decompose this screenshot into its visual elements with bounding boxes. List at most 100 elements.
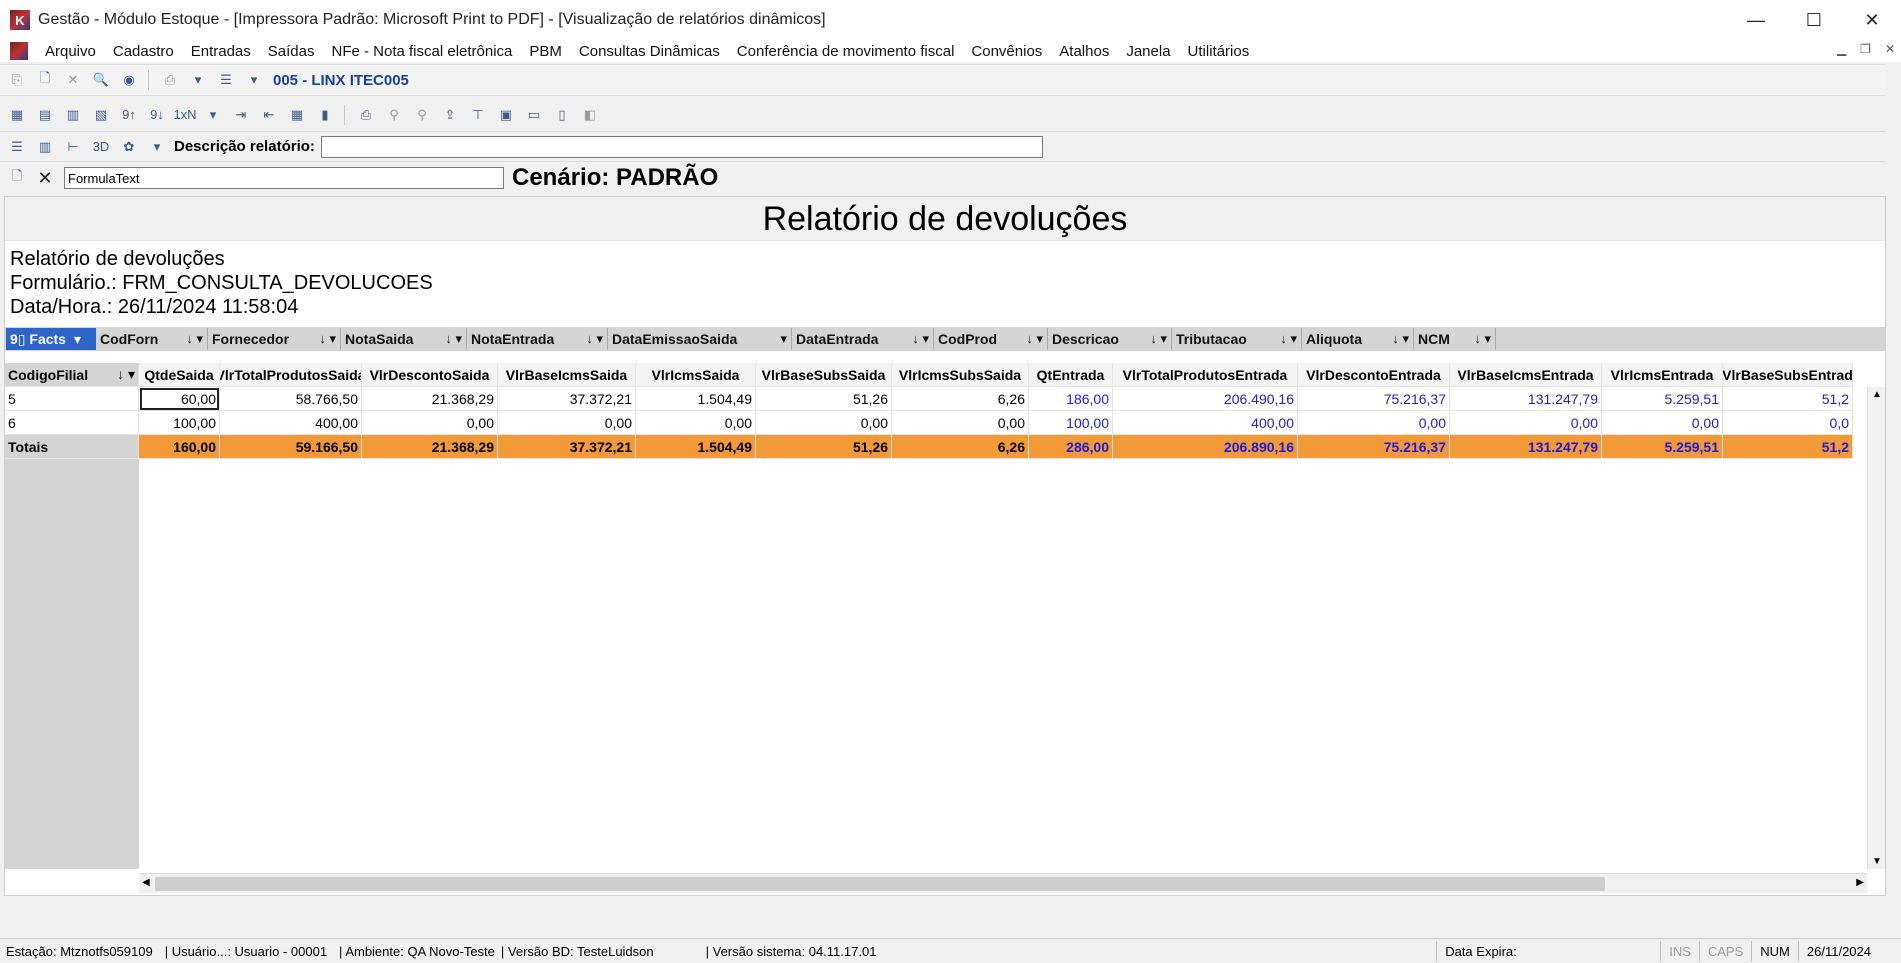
totals-label[interactable]: Totais	[5, 435, 139, 459]
cell[interactable]: 5.259,51	[1602, 387, 1723, 411]
col-header[interactable]: VlrTotalProdutosSaida	[220, 363, 362, 387]
new-document-icon[interactable]: 🗋	[34, 70, 56, 90]
total-cell[interactable]: 51,2	[1723, 435, 1853, 459]
dim-dataemissaosaida[interactable]: DataEmissaoSaida ▾	[608, 328, 792, 350]
printer-select-icon[interactable]: ☰	[215, 70, 237, 90]
total-cell[interactable]: 206.890,16	[1113, 435, 1298, 459]
cell[interactable]: 0,00	[636, 411, 756, 435]
cell[interactable]: 400,00	[220, 411, 362, 435]
dim-codprod[interactable]: CodProd ↓ ▾	[934, 328, 1048, 350]
total-cell[interactable]: 1.504,49	[636, 435, 756, 459]
total-cell[interactable]: 75.216,37	[1298, 435, 1450, 459]
total-cell[interactable]: 21.368,29	[362, 435, 498, 459]
menu-convenios[interactable]: Convênios	[971, 43, 1042, 60]
col-header[interactable]: VlrBaseSubsEntrad	[1723, 363, 1853, 387]
sort-asc-icon[interactable]: 9↑	[118, 105, 140, 125]
total-cell[interactable]: 51,26	[756, 435, 892, 459]
scroll-up-icon[interactable]: ▲	[1872, 389, 1882, 400]
total-cell[interactable]: 59.166,50	[220, 435, 362, 459]
sort-desc-icon[interactable]: 9↓	[146, 105, 168, 125]
new-formula-icon[interactable]: 🗋	[6, 168, 28, 188]
filter-icon[interactable]: ⚲	[383, 105, 405, 125]
tag-icon[interactable]: ◧	[579, 105, 601, 125]
col-header[interactable]: VlrTotalProdutosEntrada	[1113, 363, 1298, 387]
menu-utilitarios[interactable]: Utilitários	[1188, 43, 1250, 60]
scroll-down-icon[interactable]: ▼	[1872, 856, 1882, 867]
collapse-icon[interactable]: ⇤	[258, 105, 280, 125]
mdi-close-icon[interactable]: ✕	[1885, 42, 1895, 56]
menu-arquivo[interactable]: Arquivo	[45, 43, 96, 60]
bookmark-icon[interactable]: ▯	[551, 105, 573, 125]
delete-icon[interactable]: ✕	[62, 70, 84, 90]
col-header[interactable]: VlrBaseIcmsEntrada	[1450, 363, 1602, 387]
menu-saidas[interactable]: Saídas	[268, 43, 315, 60]
cell[interactable]: 75.216,37	[1298, 387, 1450, 411]
cell[interactable]: 206.490,16	[1113, 387, 1298, 411]
vertical-scrollbar[interactable]: ▲ ▼	[1867, 387, 1885, 869]
open-folder-icon[interactable]: ▭	[523, 105, 545, 125]
cell[interactable]: 100,00	[1029, 411, 1113, 435]
export-icon[interactable]: ⇪	[439, 105, 461, 125]
print-icon[interactable]: ⎙	[159, 70, 181, 90]
cell[interactable]: 0,00	[1602, 411, 1723, 435]
cell[interactable]: 1.504,49	[636, 387, 756, 411]
chevron-down-icon[interactable]: ▾	[146, 137, 168, 157]
layout-1-icon[interactable]: ▦	[6, 105, 28, 125]
col-header[interactable]: VlrDescontoEntrada	[1298, 363, 1450, 387]
dim-ncm[interactable]: NCM ↓ ▾	[1414, 328, 1496, 350]
tree-icon[interactable]: ⊤	[467, 105, 489, 125]
grid-icon[interactable]: ▦	[286, 105, 308, 125]
3d-icon[interactable]: 3D	[90, 137, 112, 157]
row-label[interactable]: 5	[5, 387, 139, 411]
total-cell[interactable]: 5.259,51	[1602, 435, 1723, 459]
cell[interactable]: 0,0	[1723, 411, 1853, 435]
dim-codforn[interactable]: CodForn ↓ ▾	[96, 328, 208, 350]
menu-janela[interactable]: Janela	[1126, 43, 1170, 60]
dim-descricao[interactable]: Descricao ↓ ▾	[1048, 328, 1172, 350]
menu-cadastro[interactable]: Cadastro	[113, 43, 174, 60]
cell[interactable]: 0,00	[498, 411, 636, 435]
col-header[interactable]: VlrDescontoSaida	[362, 363, 498, 387]
total-cell[interactable]: 160,00	[139, 435, 220, 459]
printer-combo[interactable]: 005 - LINX ITEC005	[273, 72, 409, 89]
total-cell[interactable]: 6,26	[892, 435, 1029, 459]
search-icon[interactable]: 🔍	[90, 70, 112, 90]
cell[interactable]: 400,00	[1113, 411, 1298, 435]
mdi-minimize-icon[interactable]: ▁	[1837, 42, 1846, 56]
clear-formula-icon[interactable]: ✕	[34, 168, 56, 188]
layout-3-icon[interactable]: ▥	[62, 105, 84, 125]
layout-4-icon[interactable]: ▧	[90, 105, 112, 125]
copy-icon[interactable]: ⎘	[6, 70, 28, 90]
cell[interactable]: 0,00	[1298, 411, 1450, 435]
cell[interactable]: 6,26	[892, 387, 1029, 411]
maximize-button[interactable]: ☐	[1785, 0, 1843, 40]
cell[interactable]: 0,00	[892, 411, 1029, 435]
dim-notasaida[interactable]: NotaSaida ↓ ▾	[341, 328, 467, 350]
total-cell[interactable]: 286,00	[1029, 435, 1113, 459]
dim-aliquota[interactable]: Aliquota ↓ ▾	[1302, 328, 1414, 350]
cell[interactable]: 131.247,79	[1450, 387, 1602, 411]
cell[interactable]: 21.368,29	[362, 387, 498, 411]
row-field-codigofilial[interactable]: CodigoFilial ↓ ▾	[5, 363, 139, 387]
col-header[interactable]: VlrIcmsSubsSaida	[892, 363, 1029, 387]
formula-input[interactable]	[64, 167, 504, 189]
cell[interactable]: 60,00	[139, 387, 220, 411]
menu-consultas-dinamicas[interactable]: Consultas Dinâmicas	[579, 43, 720, 60]
chevron-down-icon[interactable]: ▾	[202, 105, 224, 125]
col-header[interactable]: VlrIcmsEntrada	[1602, 363, 1723, 387]
close-button[interactable]: ✕	[1843, 0, 1901, 40]
chevron-down-icon[interactable]: ▾	[243, 70, 265, 90]
scroll-right-icon[interactable]: ▶	[1856, 877, 1864, 888]
cell[interactable]: 51,2	[1723, 387, 1853, 411]
menu-app-icon[interactable]	[10, 42, 28, 60]
menu-nfe[interactable]: NFe - Nota fiscal eletrônica	[331, 43, 512, 60]
save-icon[interactable]: ▣	[495, 105, 517, 125]
col-header[interactable]: VlrIcmsSaida	[636, 363, 756, 387]
dim-tributacao[interactable]: Tributacao ↓ ▾	[1172, 328, 1302, 350]
filter-clear-icon[interactable]: ⚲	[411, 105, 433, 125]
cell[interactable]: 0,00	[1450, 411, 1602, 435]
horizontal-scroll-thumb[interactable]	[155, 877, 1605, 891]
col-header[interactable]: QtdeSaida	[139, 363, 220, 387]
cell[interactable]: 0,00	[362, 411, 498, 435]
menu-entradas[interactable]: Entradas	[191, 43, 251, 60]
